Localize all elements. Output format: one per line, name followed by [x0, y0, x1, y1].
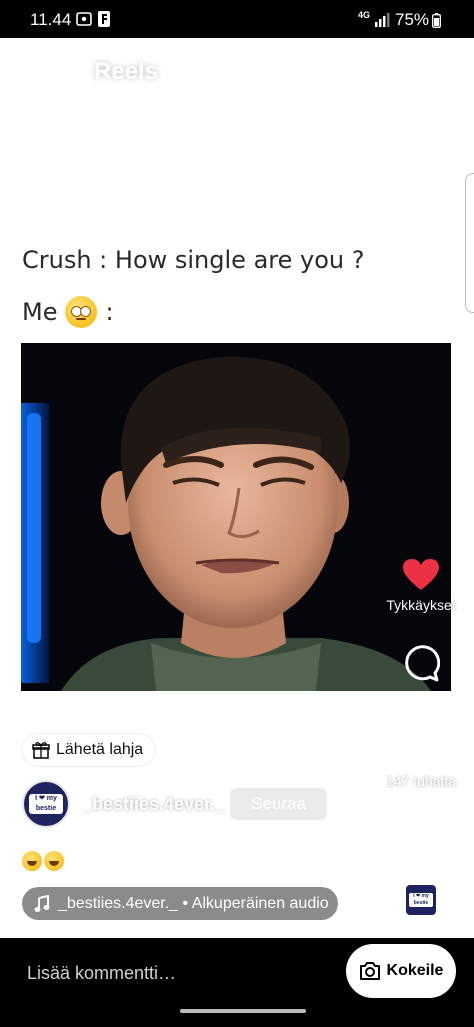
try-camera-button[interactable]: Kokeile [346, 944, 456, 998]
comment-button[interactable] [376, 644, 466, 687]
meme-text-line: Me : [22, 296, 114, 328]
meme-text-line: Crush : How single are you ? [22, 246, 365, 274]
status-time: 11.44 [30, 10, 72, 29]
send-gift-label: Lähetä lahja [56, 741, 144, 758]
edge-panel-handle[interactable] [465, 173, 474, 313]
reel-caption[interactable]: ... [22, 850, 81, 871]
back-button[interactable] [20, 58, 54, 88]
music-note-icon [34, 894, 50, 912]
meme-text-colon: : [105, 298, 114, 326]
status-bar: 11.44 4G 75% [0, 0, 474, 38]
like-label: Tykkäykset [386, 597, 456, 613]
camera-icon [416, 57, 448, 85]
page-title: Reels [94, 58, 159, 85]
follow-button[interactable]: Seuraa [229, 787, 328, 821]
try-label: Kokeile [386, 962, 444, 979]
audio-thumbnail[interactable]: I ❤ my bestie [404, 883, 438, 917]
camera-icon [359, 962, 380, 980]
camera-button[interactable] [414, 54, 450, 88]
send-arrow-icon [404, 737, 438, 768]
comment-bubble-icon [405, 645, 441, 682]
profile-avatar[interactable]: I ❤ my bestie [22, 780, 70, 828]
like-button[interactable]: Tykkäykset [376, 558, 466, 613]
audio-attribution[interactable]: _bestiies.4ever._ • Alkuperäinen audio [22, 887, 338, 920]
boy-portrait-image [21, 343, 451, 691]
screen-record-icon [76, 12, 92, 31]
share-button[interactable]: 147 tuhatta [376, 736, 466, 789]
heart-icon [403, 559, 439, 590]
share-count: 147 tuhatta [385, 773, 457, 789]
reel-viewer[interactable]: Reels Crush : How single are you ? Me : [0, 38, 474, 938]
battery-percent: 75% [395, 10, 430, 29]
home-indicator [180, 1009, 306, 1013]
meme-text-me: Me [22, 298, 58, 326]
comment-input[interactable]: Lisää kommentti… [27, 963, 176, 984]
audio-thumbnail-text: I ❤ my bestie [409, 893, 433, 907]
caption-more: ... [66, 850, 82, 870]
app-notification-icon [98, 11, 110, 32]
eye-roll-emoji-icon [65, 296, 98, 328]
comment-bar: Lisää kommentti… Kokeile [0, 938, 474, 1027]
network-type: 4G [358, 10, 371, 20]
audio-label: _bestiies.4ever._ • Alkuperäinen audio [58, 894, 329, 912]
gift-icon [32, 742, 50, 759]
signal-icon [374, 13, 390, 32]
battery-icon [432, 13, 441, 33]
video-still[interactable] [21, 343, 451, 691]
reels-header: Reels [0, 38, 474, 108]
avatar-logo-text: I ❤ my bestie [29, 794, 63, 814]
laughing-emoji-icon [22, 850, 42, 871]
laughing-emoji-icon [44, 850, 64, 871]
more-options-button[interactable] [376, 828, 466, 857]
username-link[interactable]: _bestiies.4ever._ [82, 794, 225, 815]
back-arrow-icon [22, 60, 52, 86]
send-gift-button[interactable]: Lähetä lahja [22, 734, 156, 766]
more-dots-icon [418, 829, 424, 851]
